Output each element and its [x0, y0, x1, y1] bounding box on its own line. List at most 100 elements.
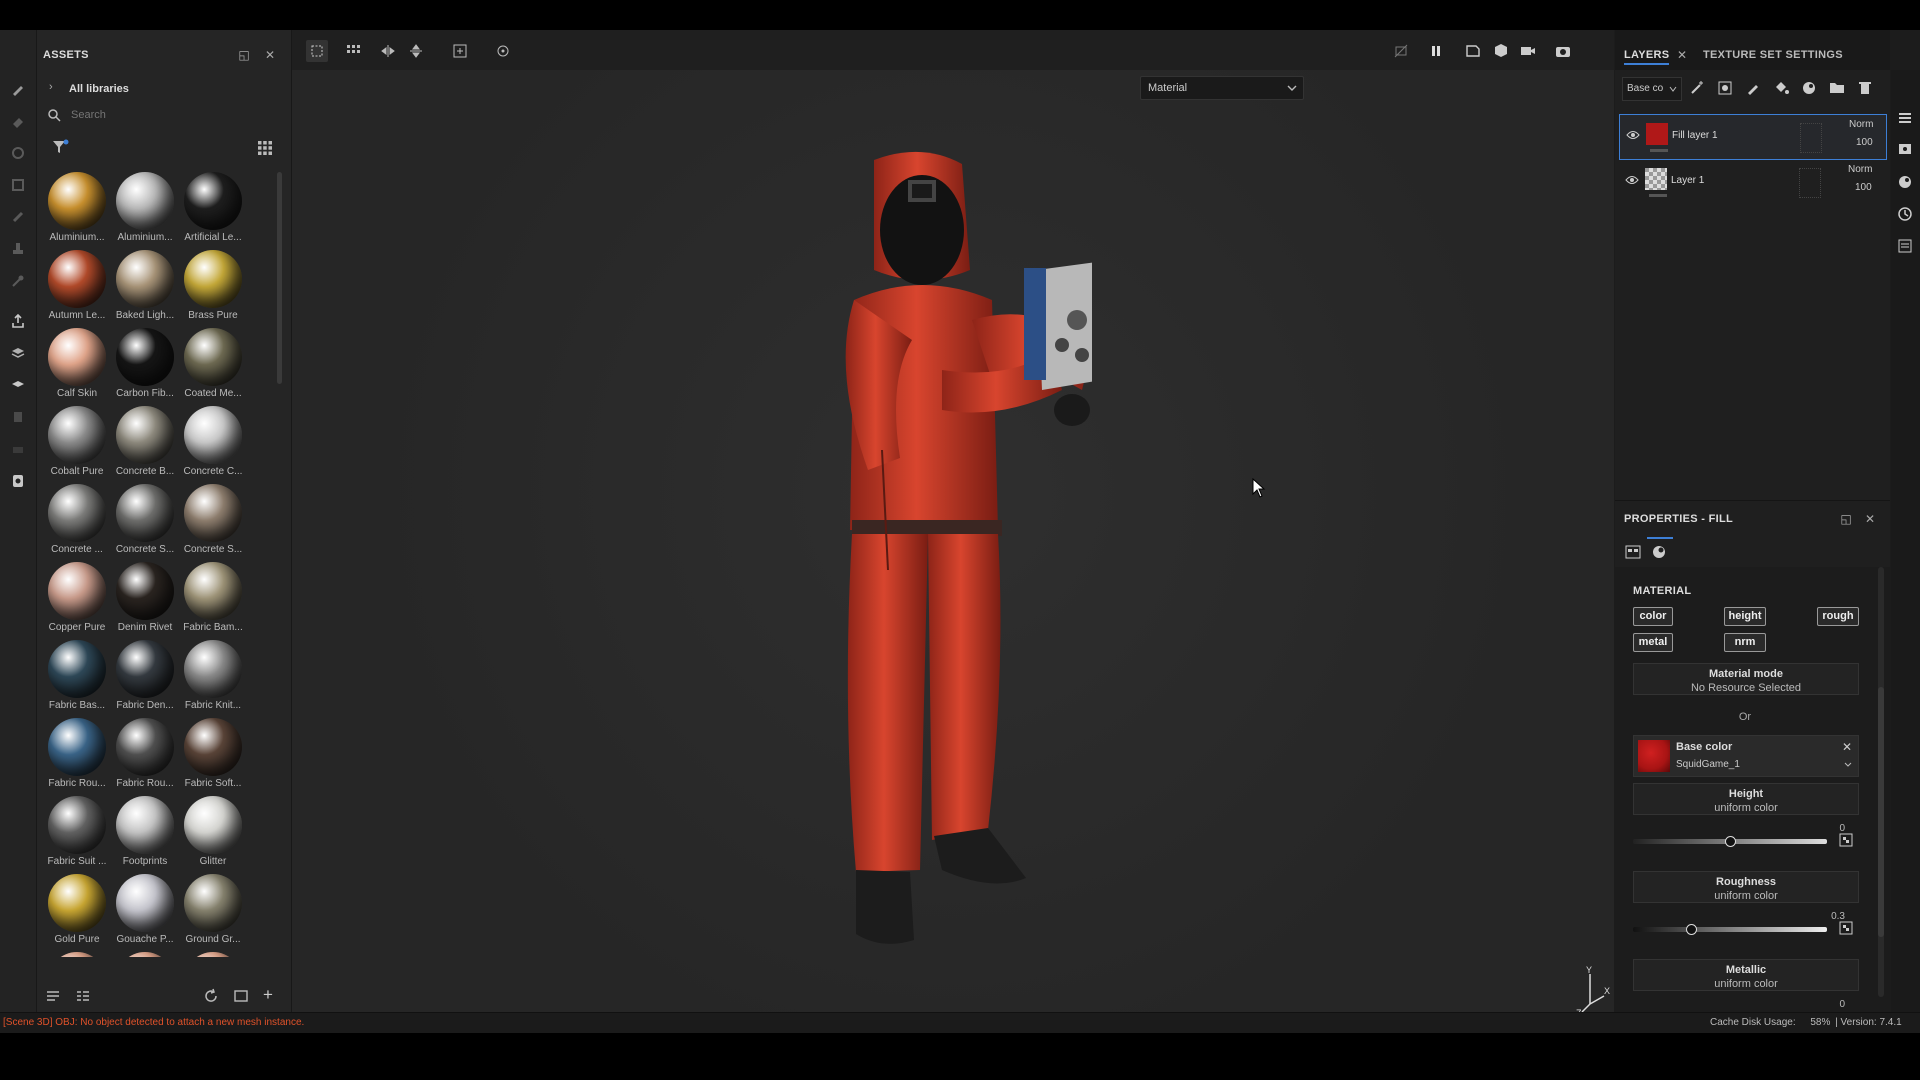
texture-slot-icon[interactable]: [1839, 921, 1853, 935]
asset-item[interactable]: [179, 952, 247, 957]
add-folder-icon[interactable]: [1829, 80, 1845, 96]
clear-resource-icon[interactable]: ✕: [1842, 740, 1852, 754]
close-icon[interactable]: ✕: [263, 48, 277, 62]
channel-select[interactable]: Base co: [1622, 77, 1682, 101]
symmetry-y-icon[interactable]: [405, 40, 427, 62]
base-color-slot[interactable]: Base color SquidGame_1 ✕: [1633, 735, 1859, 777]
metallic-value[interactable]: 0: [1815, 999, 1845, 1010]
opacity-value[interactable]: 100: [1855, 182, 1872, 193]
maximize-icon[interactable]: ◱: [1839, 512, 1853, 526]
refresh-icon[interactable]: [203, 988, 219, 1004]
2d-view-icon[interactable]: [1462, 40, 1484, 62]
asset-item[interactable]: Cobalt Pure: [43, 406, 111, 484]
asset-item[interactable]: Footprints: [111, 796, 179, 874]
chevron-right-icon[interactable]: ›: [49, 81, 53, 93]
add-smart-material-icon[interactable]: [1801, 80, 1817, 96]
roughness-box[interactable]: Roughness uniform color: [1633, 871, 1859, 903]
layer-mask-slot[interactable]: [1799, 168, 1821, 198]
filter-icon[interactable]: [51, 138, 69, 156]
channel-tag-rough[interactable]: rough: [1817, 607, 1859, 626]
asset-item[interactable]: Brass Pure: [179, 250, 247, 328]
search-input[interactable]: [69, 106, 273, 124]
asset-item[interactable]: Copper Pure: [43, 562, 111, 640]
asset-item[interactable]: Fabric Soft...: [179, 718, 247, 796]
asset-item[interactable]: Fabric Knit...: [179, 640, 247, 718]
viewport-mode-select[interactable]: Material: [1140, 76, 1304, 100]
asset-item[interactable]: Fabric Den...: [111, 640, 179, 718]
channel-tag-color[interactable]: color: [1633, 607, 1673, 626]
screenshot-icon[interactable]: [1552, 40, 1574, 62]
add-icon[interactable]: +: [263, 985, 273, 1005]
hide-layers-icon[interactable]: [1390, 40, 1412, 62]
visibility-eye-icon[interactable]: [1625, 174, 1639, 186]
asset-item[interactable]: Glitter: [179, 796, 247, 874]
assets-scrollbar[interactable]: [277, 172, 282, 384]
channel-tag-height[interactable]: height: [1724, 607, 1766, 626]
layers-dock-icon[interactable]: [1897, 110, 1913, 126]
add-mask-icon[interactable]: [1717, 80, 1733, 96]
height-slider-knob[interactable]: [1725, 836, 1736, 847]
bake-icon[interactable]: [7, 342, 29, 364]
display-dock-icon[interactable]: [1897, 142, 1913, 158]
height-slider[interactable]: [1633, 836, 1827, 847]
asset-item[interactable]: [43, 952, 111, 957]
camera-frame-icon[interactable]: [449, 40, 471, 62]
asset-item[interactable]: Concrete S...: [111, 484, 179, 562]
search-bar[interactable]: [41, 104, 281, 126]
asset-item[interactable]: Fabric Bam...: [179, 562, 247, 640]
fill-settings-icon[interactable]: [1625, 544, 1641, 560]
grid-view-icon[interactable]: [257, 140, 273, 156]
asset-item[interactable]: Aluminium...: [43, 172, 111, 250]
symmetry-x-icon[interactable]: [377, 40, 399, 62]
channel-tag-metal[interactable]: metal: [1633, 633, 1673, 652]
log-icon[interactable]: [7, 470, 29, 492]
smudge-icon[interactable]: [7, 206, 29, 228]
delete-layer-icon[interactable]: [1857, 80, 1873, 96]
blend-mode-select[interactable]: Norm: [1848, 164, 1872, 175]
layer-row[interactable]: Fill layer 1 Norm 100: [1619, 114, 1887, 160]
asset-item[interactable]: Fabric Bas...: [43, 640, 111, 718]
material-mode-box[interactable]: Material mode No Resource Selected: [1633, 663, 1859, 695]
asset-item[interactable]: Denim Rivet: [111, 562, 179, 640]
camera-icon[interactable]: [1517, 40, 1539, 62]
visibility-eye-icon[interactable]: [1626, 129, 1640, 141]
asset-item[interactable]: [111, 952, 179, 957]
viewport-3d[interactable]: Material Y X: [292, 70, 1614, 1016]
metallic-box[interactable]: Metallic uniform color: [1633, 959, 1859, 991]
add-paint-layer-icon[interactable]: [1745, 80, 1761, 96]
asset-item[interactable]: Concrete C...: [179, 406, 247, 484]
tab-layers[interactable]: LAYERS: [1624, 49, 1670, 65]
roughness-slider[interactable]: [1633, 924, 1827, 935]
color-picker-icon[interactable]: [7, 270, 29, 292]
blend-mode-select[interactable]: Norm: [1849, 119, 1873, 130]
layer-mask-slot[interactable]: [1800, 123, 1822, 153]
asset-item[interactable]: Carbon Fib...: [111, 328, 179, 406]
3d-cube-icon[interactable]: [1490, 40, 1512, 62]
asset-item[interactable]: Autumn Le...: [43, 250, 111, 328]
history-dock-icon[interactable]: [1897, 206, 1913, 222]
shader-dock-icon[interactable]: [1897, 174, 1913, 190]
opacity-value[interactable]: 100: [1856, 137, 1873, 148]
maximize-icon[interactable]: ◱: [237, 48, 251, 62]
material-sphere-icon[interactable]: [1651, 544, 1667, 560]
pause-icon[interactable]: [1425, 40, 1447, 62]
layer-row[interactable]: Layer 1 Norm 100: [1619, 160, 1885, 204]
folder-icon[interactable]: [233, 988, 249, 1004]
base-color-swatch[interactable]: [1638, 740, 1670, 772]
asset-item[interactable]: Aluminium...: [111, 172, 179, 250]
clone-stamp-icon[interactable]: [7, 238, 29, 260]
asset-item[interactable]: Fabric Suit ...: [43, 796, 111, 874]
asset-item[interactable]: Fabric Rou...: [43, 718, 111, 796]
texture-slot-icon[interactable]: [1839, 833, 1853, 847]
list-view-icon[interactable]: [45, 988, 61, 1004]
roughness-slider-knob[interactable]: [1686, 924, 1698, 935]
chevron-down-icon[interactable]: [1844, 762, 1852, 768]
properties-scrollbar[interactable]: [1878, 687, 1884, 937]
asset-item[interactable]: Gouache P...: [111, 874, 179, 952]
asset-item[interactable]: Concrete B...: [111, 406, 179, 484]
display-settings-icon[interactable]: [7, 374, 29, 396]
breadcrumb-all-libraries[interactable]: All libraries: [69, 83, 129, 95]
add-effect-icon[interactable]: [1689, 80, 1705, 96]
height-box[interactable]: Height uniform color: [1633, 783, 1859, 815]
eraser-icon[interactable]: [7, 110, 29, 132]
